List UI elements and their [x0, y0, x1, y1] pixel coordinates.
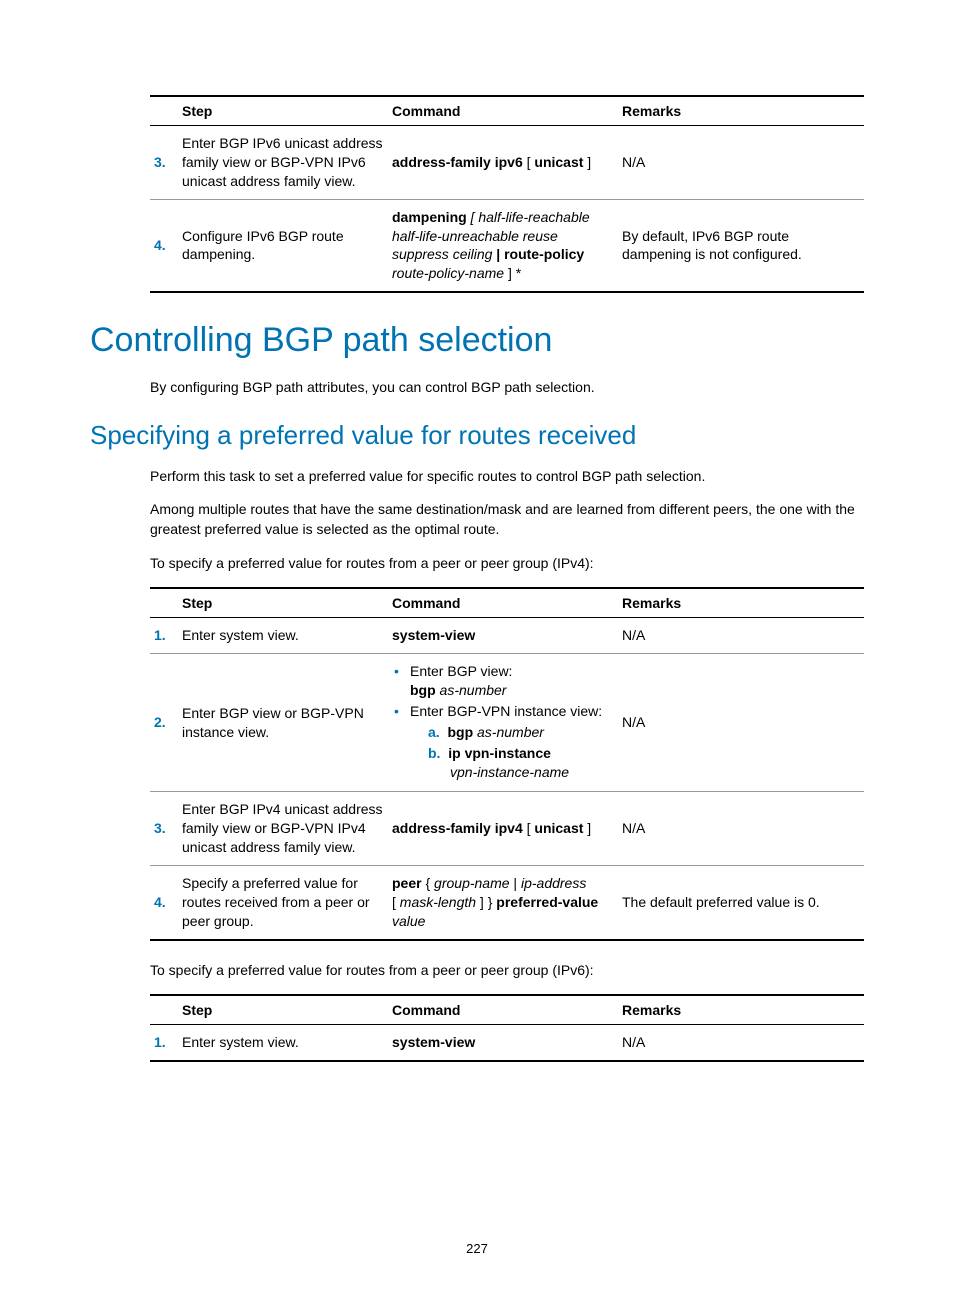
sub-list-item: a. bgp as-number [428, 723, 614, 742]
row-remarks: N/A [618, 792, 864, 866]
th-remarks: Remarks [618, 96, 864, 126]
table-row: 1. Enter system view. system-view N/A [150, 1025, 864, 1061]
row-remarks: The default preferred value is 0. [618, 866, 864, 940]
row-command: peer { group-name | ip-address [ mask-le… [388, 866, 618, 940]
row-step: Enter system view. [178, 1025, 388, 1061]
th-step [150, 96, 178, 126]
th-step-text: Step [178, 588, 388, 618]
th-remarks: Remarks [618, 995, 864, 1025]
row-step: Configure IPv6 BGP route dampening. [178, 199, 388, 292]
row-command: address-family ipv6 [ unicast ] [388, 126, 618, 200]
row-command: address-family ipv4 [ unicast ] [388, 792, 618, 866]
th-command: Command [388, 96, 618, 126]
table-row: 4. Configure IPv6 BGP route dampening. d… [150, 199, 864, 292]
row-command: system-view [388, 1025, 618, 1061]
table-row: 3. Enter BGP IPv6 unicast address family… [150, 126, 864, 200]
row-command: dampening [ half-life-reachable half-lif… [388, 199, 618, 292]
list-item: Enter BGP view: bgp as-number [392, 662, 614, 700]
row-remarks: N/A [618, 654, 864, 792]
row-step: Specify a preferred value for routes rec… [178, 866, 388, 940]
table-row: 2. Enter BGP view or BGP-VPN instance vi… [150, 654, 864, 792]
th-step-text: Step [178, 96, 388, 126]
table-2: Step Command Remarks 1. Enter system vie… [150, 587, 864, 941]
paragraph: To specify a preferred value for routes … [150, 554, 864, 574]
th-step-text: Step [178, 995, 388, 1025]
row-remarks: N/A [618, 1025, 864, 1061]
heading-2: Specifying a preferred value for routes … [90, 420, 864, 451]
th-remarks: Remarks [618, 588, 864, 618]
row-num: 3. [150, 792, 178, 866]
th-step [150, 588, 178, 618]
row-remarks: By default, IPv6 BGP route dampening is … [618, 199, 864, 292]
paragraph: By configuring BGP path attributes, you … [150, 378, 864, 398]
row-num: 4. [150, 199, 178, 292]
th-step [150, 995, 178, 1025]
row-step: Enter BGP IPv4 unicast address family vi… [178, 792, 388, 866]
row-num: 2. [150, 654, 178, 792]
paragraph: To specify a preferred value for routes … [150, 961, 864, 981]
row-step: Enter BGP IPv6 unicast address family vi… [178, 126, 388, 200]
row-command: Enter BGP view: bgp as-number Enter BGP-… [388, 654, 618, 792]
row-num: 3. [150, 126, 178, 200]
row-command: system-view [388, 618, 618, 654]
row-num: 1. [150, 1025, 178, 1061]
list-item: Enter BGP-VPN instance view: a. bgp as-n… [392, 702, 614, 782]
sub-list-item: b. ip vpn-instancevpn-instance-name [428, 744, 614, 782]
paragraph: Perform this task to set a preferred val… [150, 467, 864, 487]
row-step: Enter system view. [178, 618, 388, 654]
row-remarks: N/A [618, 618, 864, 654]
th-command: Command [388, 588, 618, 618]
row-num: 4. [150, 866, 178, 940]
heading-1: Controlling BGP path selection [90, 321, 864, 360]
table-3: Step Command Remarks 1. Enter system vie… [150, 994, 864, 1062]
table-row: 3. Enter BGP IPv4 unicast address family… [150, 792, 864, 866]
th-command: Command [388, 995, 618, 1025]
table-row: 1. Enter system view. system-view N/A [150, 618, 864, 654]
row-num: 1. [150, 618, 178, 654]
table-1: Step Command Remarks 3. Enter BGP IPv6 u… [150, 95, 864, 293]
table-row: 4. Specify a preferred value for routes … [150, 866, 864, 940]
page-number: 227 [0, 1241, 954, 1256]
paragraph: Among multiple routes that have the same… [150, 500, 864, 539]
row-step: Enter BGP view or BGP-VPN instance view. [178, 654, 388, 792]
row-remarks: N/A [618, 126, 864, 200]
